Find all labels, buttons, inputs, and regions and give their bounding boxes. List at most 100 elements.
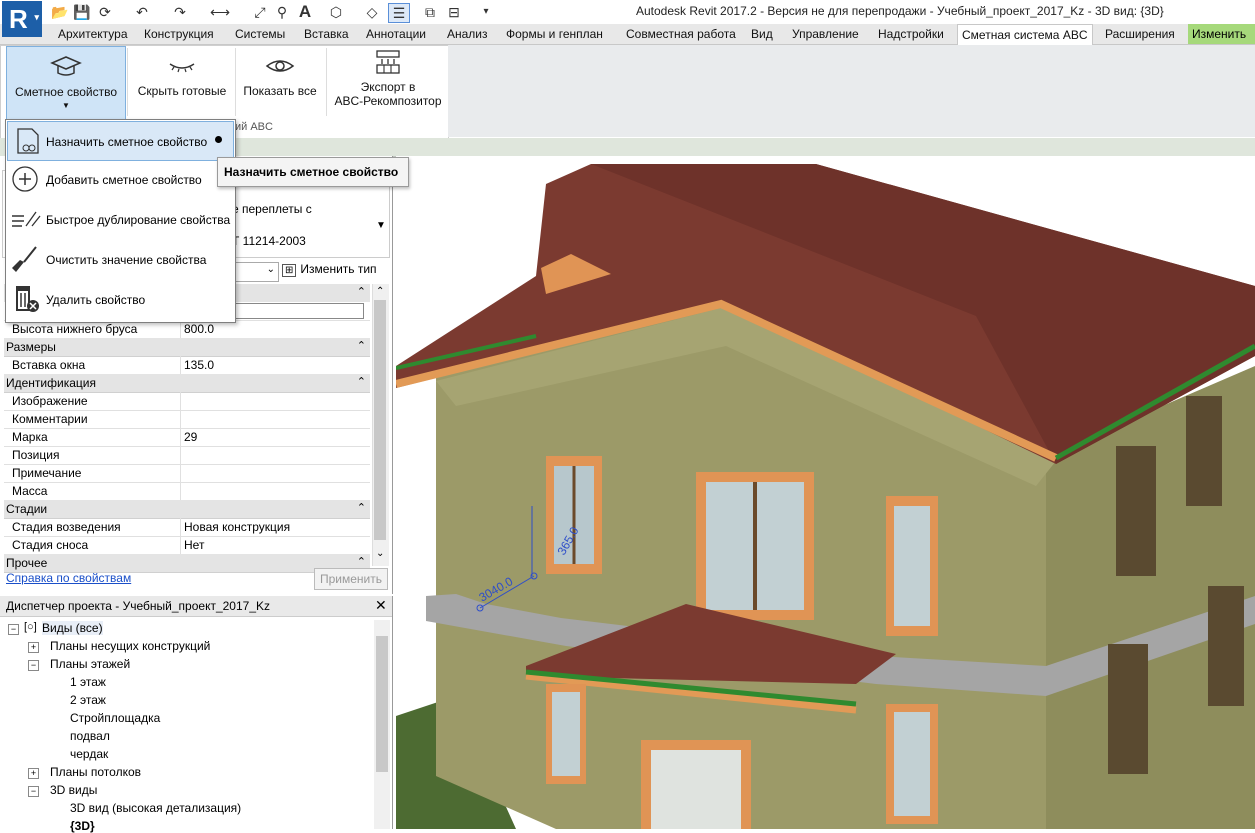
property-row[interactable]: Вставка окна 135.0 [4,356,370,375]
type-name-line1: е переплеты с [232,202,312,216]
expand-node-icon[interactable]: + [28,642,39,653]
tab-architecture[interactable]: Архитектура [54,24,132,44]
menu-item-delete-property[interactable]: Удалить свойство [6,280,233,318]
undo-icon[interactable]: ↶ [132,3,152,21]
switch-windows-icon[interactable]: ⊟ [444,3,464,21]
open-icon[interactable]: 📂 [50,3,70,21]
tab-collaborate[interactable]: Совместная работа [622,24,740,44]
tab-extensions[interactable]: Расширения [1101,24,1179,44]
edit-type-button[interactable]: ⊞ Изменить тип [282,262,377,280]
collapse-icon[interactable]: ⌃ [357,285,366,298]
show-all-button[interactable]: Показать все [238,46,322,120]
property-row[interactable]: Комментарии [4,410,370,429]
property-group-header[interactable]: Идентификация ⌃ [4,374,370,393]
customize-qat-icon[interactable]: ▾ [476,3,496,21]
tree-node[interactable]: Планы этажей [50,657,130,671]
expand-node-icon[interactable]: + [28,768,39,779]
tab-systems[interactable]: Системы [231,24,289,44]
section-icon[interactable]: ◇ [362,3,382,21]
menu-item-label: Удалить свойство [46,293,146,307]
add-circle-icon [12,166,38,192]
collapse-icon[interactable]: ⌃ [357,555,366,568]
apply-button[interactable]: Применить [314,568,388,590]
collapse-icon[interactable]: ⌃ [357,501,366,514]
property-group-header[interactable]: Размеры ⌃ [4,338,370,357]
type-selector-chevron-icon[interactable]: ▼ [376,220,386,231]
scroll-down-icon[interactable]: ⌄ [376,548,384,559]
text-icon[interactable]: A [295,3,315,21]
collapse-icon[interactable]: ⌃ [357,339,366,352]
eye-icon [265,60,295,72]
menu-item-add-property[interactable]: Добавить сметное свойство [6,160,233,198]
property-row[interactable]: Примечание [4,464,370,483]
3d-view-icon[interactable]: ⬡ [326,3,346,21]
property-row[interactable]: Стадия сноса Нет [4,536,370,555]
property-row[interactable]: Масса [4,482,370,501]
tree-node[interactable]: Планы несущих конструкций [50,639,210,653]
tab-structure[interactable]: Конструкция [140,24,218,44]
menu-item-quick-duplicate[interactable]: Быстрое дублирование свойства [6,200,233,238]
ribbon-panel-title: ий ABC [235,121,273,133]
tab-insert[interactable]: Вставка [300,24,353,44]
property-row[interactable]: Позиция [4,446,370,465]
collapse-node-icon[interactable]: − [28,786,39,797]
property-value[interactable]: Новая конструкция [184,520,290,534]
property-row[interactable]: Изображение [4,392,370,411]
menu-item-label: Назначить сметное свойство [46,135,208,149]
tab-abc-estimate[interactable]: Сметная система ABC [957,24,1093,46]
tab-analyze[interactable]: Анализ [443,24,492,44]
thin-lines-icon[interactable]: ☰ [388,3,410,23]
menu-item-assign-property[interactable]: Назначить сметное свойство [7,121,234,161]
measure-icon[interactable]: ⟷ [210,3,230,21]
tree-node[interactable]: Виды (все) [42,621,103,635]
browser-scrollbar-thumb[interactable] [376,636,388,772]
redo-icon[interactable]: ↷ [170,3,190,21]
tree-node[interactable]: 3D вид (высокая детализация) [70,801,241,815]
revit-app-menu-button[interactable]: R ▾ [2,1,42,37]
tab-annotate[interactable]: Аннотации [362,24,430,44]
export-recomposer-button[interactable]: Экспорт в ABC-Рекомпозитор [330,46,446,120]
property-value[interactable]: Нет [184,538,204,552]
tag-icon[interactable]: ⚲ [272,3,292,21]
tree-node[interactable]: подвал [70,729,110,743]
dimension-icon[interactable]: ⤢ [250,3,270,21]
property-value[interactable]: 800.0 [184,322,214,336]
tree-node[interactable]: 2 этаж [70,693,106,707]
properties-scrollbar-thumb[interactable] [374,300,386,540]
collapse-node-icon[interactable]: − [8,624,19,635]
tab-view[interactable]: Вид [747,24,777,44]
instance-filter-dropdown[interactable]: ⌄ [235,262,279,282]
close-icon[interactable]: ✕ [375,597,387,614]
tree-node[interactable]: {3D} [70,819,95,833]
tree-node[interactable]: 1 этаж [70,675,106,689]
property-row[interactable]: Стадия возведения Новая конструкция [4,518,370,537]
close-hidden-icon[interactable]: ⧉ [420,3,440,21]
save-icon[interactable]: 💾 [72,3,92,21]
window-lower-right [886,704,938,824]
property-value[interactable]: 135.0 [184,358,214,372]
collapse-node-icon[interactable]: − [28,660,39,671]
3d-viewport[interactable]: 3040.0 365.0 [396,156,1255,829]
tree-node[interactable]: Планы потолков [50,765,141,779]
estimate-property-label: Сметное свойство [14,85,118,99]
estimate-property-button[interactable]: Сметное свойство ▼ [6,46,126,121]
property-name: Позиция [12,448,60,462]
collapse-icon[interactable]: ⌃ [357,375,366,388]
hide-completed-button[interactable]: Скрыть готовые [132,46,232,120]
property-value[interactable]: 29 [184,430,197,444]
menu-item-clear-value[interactable]: Очистить значение свойства [6,240,233,278]
properties-help-link[interactable]: Справка по свойствам [6,571,131,585]
property-row[interactable]: Марка 29 [4,428,370,447]
tree-node[interactable]: чердак [70,747,108,761]
tab-manage[interactable]: Управление [788,24,863,44]
scroll-up-icon[interactable]: ⌃ [376,286,384,297]
tab-modify[interactable]: Изменить [1188,24,1255,44]
sync-icon[interactable]: ⟳ [95,3,115,21]
house-3d-model[interactable]: 3040.0 365.0 [396,156,1255,829]
window-title: Autodesk Revit 2017.2 - Версия не для пе… [636,4,1164,18]
tab-addins[interactable]: Надстройки [874,24,948,44]
property-group-header[interactable]: Стадии ⌃ [4,500,370,519]
tree-node[interactable]: Стройплощадка [70,711,160,725]
tab-massing-site[interactable]: Формы и генплан [502,24,607,44]
tree-node[interactable]: 3D виды [50,783,97,797]
